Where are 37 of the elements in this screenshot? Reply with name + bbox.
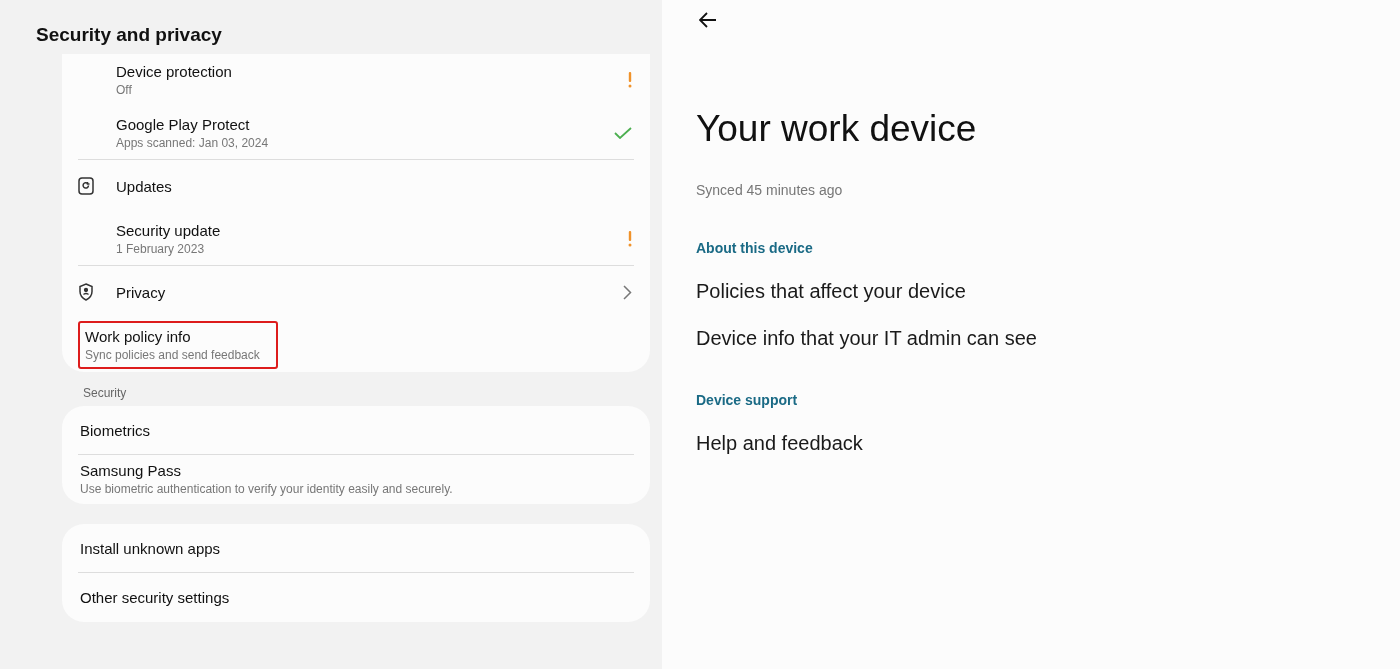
- setting-row[interactable]: Work policy info Sync policies and send feedback: [78, 319, 634, 372]
- setting-subtitle: Off: [116, 83, 133, 97]
- setting-subtitle: 1 February 2023: [116, 242, 206, 256]
- section-label: Security: [82, 385, 128, 402]
- setting-row[interactable]: Other security settings: [78, 573, 634, 622]
- shield-icon: [78, 283, 94, 301]
- page-title: Your work device: [696, 108, 978, 150]
- sync-status: Synced 45 minutes ago: [696, 182, 844, 198]
- setting-title: Samsung Pass: [80, 462, 182, 479]
- page-title: Security and privacy: [35, 23, 223, 47]
- setting-row[interactable]: Device protection Off: [78, 54, 634, 107]
- setting-title: Biometrics: [80, 421, 150, 439]
- setting-title: Privacy: [116, 283, 166, 301]
- section-heading: Device support: [696, 392, 799, 408]
- menu-item[interactable]: Policies that affect your device: [696, 280, 1400, 303]
- setting-title: Work policy info: [85, 328, 192, 345]
- setting-subtitle: Sync policies and send feedback: [85, 348, 260, 362]
- setting-subtitle: Apps scanned: Jan 03, 2024: [116, 136, 269, 150]
- setting-row[interactable]: Updates: [78, 160, 634, 213]
- setting-row[interactable]: Samsung Pass Use biometric authentication to verify your identity easily and securely.: [78, 455, 634, 504]
- setting-subtitle: Use biometric authentication to verify your identity easily and securely.: [80, 482, 453, 496]
- setting-title: Device protection: [116, 63, 232, 80]
- menu-item[interactable]: Device info that your IT admin can see: [696, 327, 1400, 350]
- setting-row[interactable]: Security update 1 February 2023: [78, 213, 634, 266]
- setting-row[interactable]: Install unknown apps: [78, 524, 634, 573]
- setting-title: Install unknown apps: [80, 539, 221, 557]
- setting-row[interactable]: Biometrics: [78, 406, 634, 455]
- setting-title: Updates: [116, 177, 172, 195]
- setting-row[interactable]: Privacy: [78, 266, 634, 319]
- chevron-icon: [623, 284, 632, 300]
- setting-row[interactable]: Google Play Protect Apps scanned: Jan 03, 2024: [78, 107, 634, 160]
- menu-item[interactable]: Help and feedback: [696, 432, 1400, 455]
- setting-title: Google Play Protect: [116, 116, 251, 133]
- setting-title: Security update: [116, 222, 221, 239]
- setting-title: Other security settings: [80, 588, 230, 606]
- update-icon: [78, 177, 94, 195]
- section-heading: About this device: [696, 240, 814, 256]
